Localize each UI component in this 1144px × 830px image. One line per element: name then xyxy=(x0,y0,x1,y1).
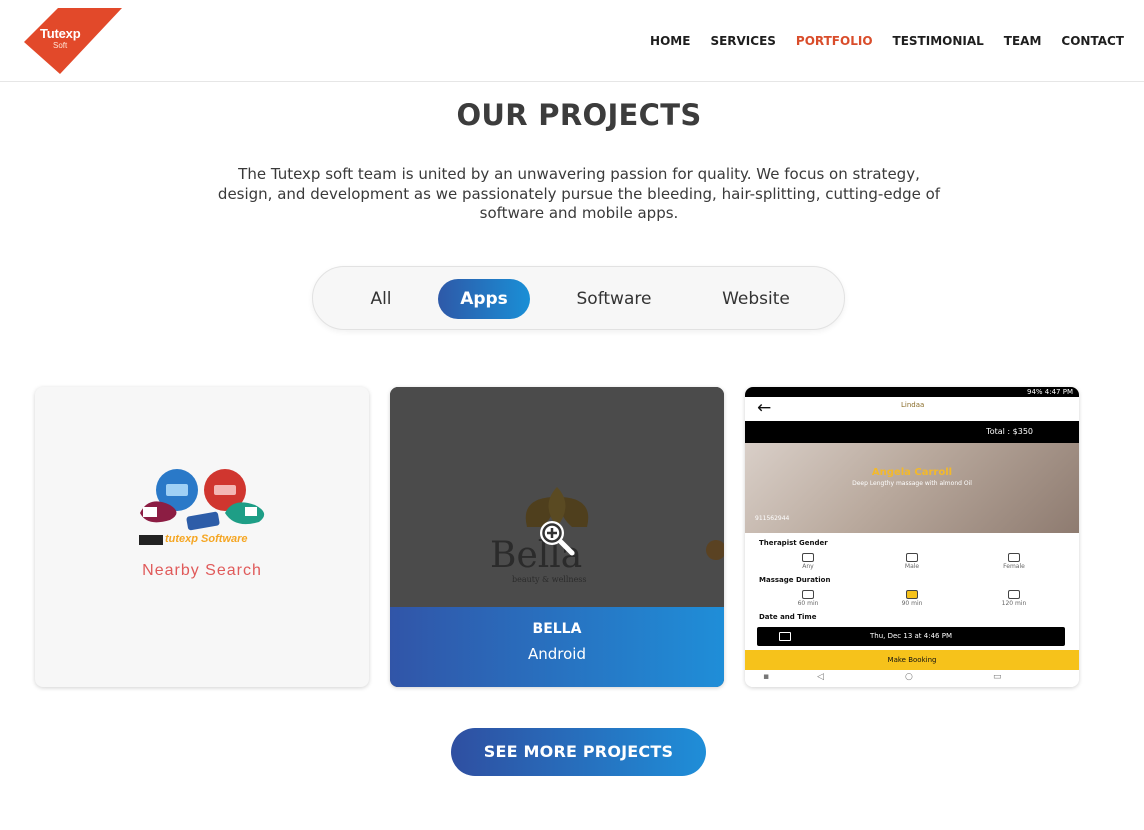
duration-option-90: 90 min xyxy=(887,590,937,607)
phone-status-text: 94% 4:47 PM xyxy=(1027,388,1073,396)
zoom-in-icon[interactable] xyxy=(536,517,576,557)
clock-icon xyxy=(1008,590,1020,599)
datetime-bar: Thu, Dec 13 at 4:46 PM xyxy=(757,627,1065,646)
project-title: BELLA xyxy=(532,621,582,637)
section-title: OUR PROJECTS xyxy=(456,98,702,132)
app-logo-text: Lindaa xyxy=(901,401,925,409)
project-card-nearby-search[interactable]: tutexp Software Nearby Search xyxy=(35,387,369,687)
project-platform: Android xyxy=(528,645,586,663)
gender-label: Therapist Gender xyxy=(759,539,828,547)
nav-dot-icon: ▪ xyxy=(763,672,770,682)
therapist-name: Angela Carroll xyxy=(871,467,953,478)
datetime-label: Date and Time xyxy=(759,613,817,621)
gender-option-male: Male xyxy=(887,553,937,570)
nav-testimonial[interactable]: TESTIMONIAL xyxy=(893,34,984,48)
datetime-value: Thu, Dec 13 at 4:46 PM xyxy=(870,632,952,640)
therapist-phone: 911562944 xyxy=(755,515,790,522)
nav-home-icon: ○ xyxy=(905,672,913,682)
site-header: Tutexp Soft HOME SERVICES PORTFOLIO TEST… xyxy=(0,0,1144,82)
bella-image: Bella beauty & wellness xyxy=(390,387,724,607)
nav-portfolio[interactable]: PORTFOLIO xyxy=(796,34,873,48)
project-filter: All Apps Software Website xyxy=(312,266,845,330)
main-nav: HOME SERVICES PORTFOLIO TESTIMONIAL TEAM… xyxy=(630,34,1124,48)
project-card-massage-app[interactable]: 94% 4:47 PM ← Lindaa Total : $350 Angela… xyxy=(745,387,1079,687)
tutexp-logo[interactable]: Tutexp Soft xyxy=(24,8,124,74)
nav-home[interactable]: HOME xyxy=(650,34,690,48)
duration-option-120: 120 min xyxy=(989,590,1039,607)
person-icon xyxy=(802,553,814,562)
gender-option-any: Any xyxy=(783,553,833,570)
see-more-projects-button[interactable]: SEE MORE PROJECTS xyxy=(451,728,706,776)
app-bar: ← Lindaa xyxy=(745,397,1079,421)
clock-icon xyxy=(906,590,918,599)
logo-text-sub: Soft xyxy=(53,41,68,50)
section-description: The Tutexp soft team is united by an unw… xyxy=(217,165,941,222)
total-text: Total : $350 xyxy=(986,427,1033,436)
nearby-brand-text: tutexp Software xyxy=(165,533,248,545)
nearby-caption: Nearby Search xyxy=(142,562,262,579)
project-card-bella[interactable]: Bella beauty & wellness BELLA Android xyxy=(390,387,724,687)
filter-all[interactable]: All xyxy=(353,279,409,319)
nearby-search-image: tutexp Software Nearby Search xyxy=(35,387,369,687)
duration-option-60: 60 min xyxy=(783,590,833,607)
bella-logo-sub: beauty & wellness xyxy=(512,575,587,584)
make-booking-bar: Make Booking xyxy=(745,650,1079,670)
total-bar: Total : $350 xyxy=(745,421,1079,443)
nav-services[interactable]: SERVICES xyxy=(710,34,775,48)
massage-photo xyxy=(745,443,1079,533)
therapist-desc: Deep Lengthy massage with almond Oil xyxy=(852,480,972,487)
phone-nav-bar: ▪ ◁ ○ ▭ xyxy=(745,670,1079,687)
nav-team[interactable]: TEAM xyxy=(1004,34,1042,48)
filter-apps[interactable]: Apps xyxy=(438,279,530,319)
calendar-icon xyxy=(779,632,791,641)
duration-label: Massage Duration xyxy=(759,576,831,584)
filter-website[interactable]: Website xyxy=(706,279,806,319)
clock-icon xyxy=(802,590,814,599)
nav-contact[interactable]: CONTACT xyxy=(1061,34,1124,48)
person-icon xyxy=(906,553,918,562)
phone-status-bar: 94% 4:47 PM xyxy=(745,387,1079,397)
logo-diamond-icon xyxy=(24,8,122,74)
logo-text-main: Tutexp xyxy=(40,26,81,41)
gender-option-female: Female xyxy=(989,553,1039,570)
nav-recent-icon: ▭ xyxy=(993,672,1002,682)
person-icon xyxy=(1008,553,1020,562)
nav-back-icon: ◁ xyxy=(817,672,824,682)
back-arrow-icon: ← xyxy=(757,398,772,418)
filter-software[interactable]: Software xyxy=(563,279,665,319)
